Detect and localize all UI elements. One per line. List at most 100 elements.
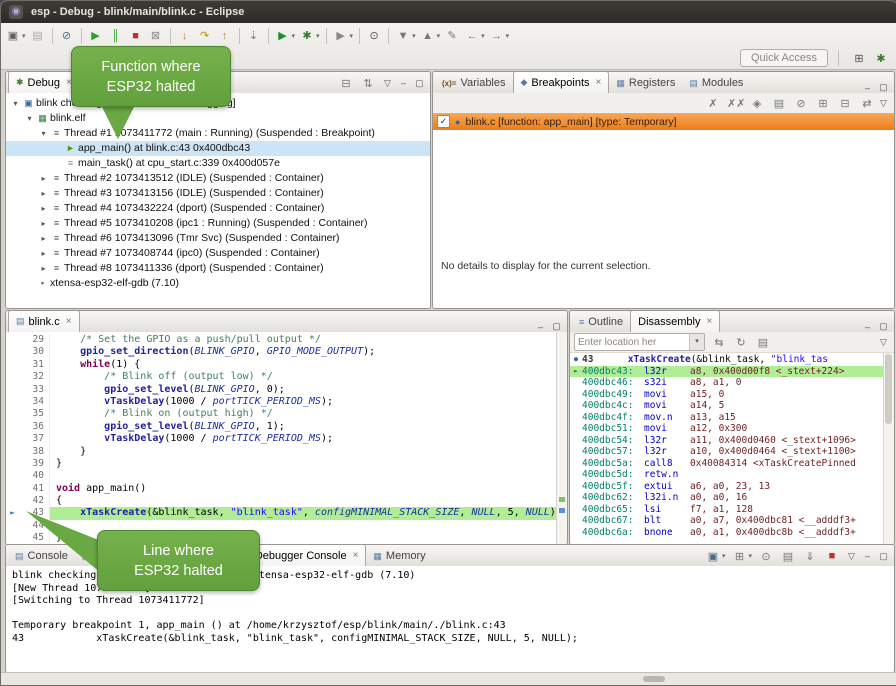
debug-tree-row[interactable]: ▪xtensa-esp32-elf-gdb (7.10) bbox=[6, 276, 430, 291]
debug-tree-row[interactable]: ▸≡Thread #8 1073411336 (dport) (Suspende… bbox=[6, 261, 430, 276]
skip-all-breakpoints-icon[interactable]: ⊘ bbox=[791, 93, 811, 113]
disassembly-line[interactable]: 400dbc49:movia15, 0 bbox=[570, 389, 884, 401]
remove-all-breakpoints-icon[interactable]: ✗✗ bbox=[725, 93, 745, 113]
run-icon[interactable]: ▶▾ bbox=[273, 26, 298, 46]
overview-mark-breakpoint[interactable] bbox=[559, 508, 565, 513]
disassembly-line[interactable]: 400dbc5f:extuia6, a0, 23, 13 bbox=[570, 481, 884, 493]
debug-tree-row[interactable]: ▸≡Thread #3 1073413156 (IDLE) (Suspended… bbox=[6, 186, 430, 201]
dropdown-arrow-icon[interactable]: ▾ bbox=[316, 32, 320, 40]
dropdown-arrow-icon[interactable]: ▾ bbox=[748, 552, 752, 560]
skip-all-breakpoints-icon[interactable]: ⊘ bbox=[57, 26, 77, 46]
tab-registers[interactable]: ▦ Registers bbox=[609, 73, 682, 93]
close-icon[interactable]: × bbox=[66, 316, 72, 327]
tab-modules[interactable]: ▤ Modules bbox=[682, 73, 750, 93]
dropdown-arrow-icon[interactable]: ▾ bbox=[292, 32, 296, 40]
resume-icon[interactable]: ▶ bbox=[86, 26, 106, 46]
maximize-icon[interactable]: ▢ bbox=[413, 78, 426, 89]
last-edit-location-icon[interactable]: ✎ bbox=[442, 26, 462, 46]
tree-expander-icon[interactable]: ▸ bbox=[38, 246, 49, 261]
show-source-icon[interactable]: ▤ bbox=[753, 332, 773, 352]
editor-line[interactable]: 30 gpio_set_direction(BLINK_GPIO, GPIO_M… bbox=[6, 346, 557, 358]
instruction-stepping-icon[interactable]: ⇣ bbox=[244, 26, 264, 46]
terminate-icon[interactable]: ■ bbox=[126, 26, 146, 46]
tree-expander-icon[interactable]: ▾ bbox=[38, 126, 49, 141]
disassembly-line[interactable]: 400dbc46:s32ia8, a1, 0 bbox=[570, 377, 884, 389]
minimize-icon[interactable]: – bbox=[861, 322, 874, 332]
terminate-console-icon[interactable]: ■ bbox=[822, 546, 842, 566]
disassembly-line[interactable]: 400dbc51:movia12, 0x300 bbox=[570, 423, 884, 435]
editor-line[interactable]: 31 while(1) { bbox=[6, 359, 557, 371]
editor-line[interactable]: 39} bbox=[6, 458, 557, 470]
location-input[interactable] bbox=[575, 337, 689, 348]
expand-all-icon[interactable]: ⊞ bbox=[813, 93, 833, 113]
disconnect-icon[interactable]: ⊠ bbox=[146, 26, 166, 46]
debug-tree-row[interactable]: ▸≡Thread #2 1073413512 (IDLE) (Suspended… bbox=[6, 171, 430, 186]
tree-expander-icon[interactable]: ▸ bbox=[38, 186, 49, 201]
disassembly-line[interactable]: 400dbc62:l32i.na0, a0, 16 bbox=[570, 492, 884, 504]
open-perspective-icon[interactable]: ⊞ bbox=[849, 48, 869, 68]
disassembly-line[interactable]: 400dbc65:lsif7, a1, 128 bbox=[570, 504, 884, 516]
tab-console[interactable]: ▤ Console bbox=[8, 546, 75, 566]
debug-tree-row[interactable]: ≡main_task() at cpu_start.c:339 0x400d05… bbox=[6, 156, 430, 171]
maximize-icon[interactable]: ▢ bbox=[550, 321, 563, 332]
maximize-icon[interactable]: ▢ bbox=[877, 82, 890, 93]
disassembly-line[interactable]: ●43 xTaskCreate(&blink_task, "blink_tas bbox=[570, 354, 884, 366]
tree-expander-icon[interactable]: ▸ bbox=[38, 231, 49, 246]
scroll-lock-icon[interactable]: ⇓ bbox=[800, 546, 820, 566]
debug-perspective-icon[interactable]: ✱ bbox=[871, 48, 891, 68]
scrollbar-thumb[interactable] bbox=[643, 676, 665, 682]
tab-disassembly[interactable]: Disassembly × bbox=[630, 310, 720, 332]
quick-access-button[interactable]: Quick Access bbox=[740, 49, 828, 67]
maximize-icon[interactable]: ▢ bbox=[877, 321, 890, 332]
open-console-icon[interactable]: ⊞▾ bbox=[729, 546, 754, 566]
remove-breakpoint-icon[interactable]: ✗ bbox=[703, 93, 723, 113]
new-wizard-icon[interactable]: ▣▾ bbox=[3, 26, 28, 46]
view-menu-icon[interactable]: ▽ bbox=[877, 337, 890, 348]
maximize-icon[interactable]: ▢ bbox=[877, 551, 890, 562]
disassembly-line[interactable]: 400dbc5d:retw.n bbox=[570, 469, 884, 481]
breakpoint-row[interactable]: ✓ ● blink.c [function: app_main] [type: … bbox=[433, 113, 894, 130]
debug-tree-row[interactable]: ▸≡Thread #5 1073410208 (ipc1 : Running) … bbox=[6, 216, 430, 231]
scrollbar-thumb[interactable] bbox=[885, 354, 892, 424]
editor-line[interactable]: 38 } bbox=[6, 446, 557, 458]
editor-line[interactable]: 35 /* Blink on (output high) */ bbox=[6, 408, 557, 420]
step-over-icon[interactable]: ↷ bbox=[195, 26, 215, 46]
tab-breakpoints[interactable]: ◆ Breakpoints × bbox=[513, 71, 610, 93]
tab-outline[interactable]: ≡ Outline bbox=[572, 312, 630, 332]
debug-tree-row[interactable]: ▸≡Thread #7 1073408744 (ipc0) (Suspended… bbox=[6, 246, 430, 261]
display-selected-console-icon[interactable]: ▣▾ bbox=[703, 546, 728, 566]
pin-console-icon[interactable]: ⊙ bbox=[756, 546, 776, 566]
debug-view-layout-icon[interactable]: ⇅ bbox=[358, 73, 378, 93]
disassembly-line[interactable]: 400dbc5a:call80x40084314 <xTaskCreatePin… bbox=[570, 458, 884, 470]
disassembly-line[interactable]: 400dbc67:blta0, a7, 0x400dbc81 <__adddf3… bbox=[570, 515, 884, 527]
debug-tree-row[interactable]: ▸≡Thread #6 1073413096 (Tmr Svc) (Suspen… bbox=[6, 231, 430, 246]
forward-icon[interactable]: →▾ bbox=[487, 26, 512, 46]
overview-mark-current-line[interactable] bbox=[559, 497, 565, 502]
step-into-icon[interactable]: ↓ bbox=[175, 26, 195, 46]
disassembly-line[interactable]: 400dbc57:l32ra10, 0x400d0464 <_stext+110… bbox=[570, 446, 884, 458]
dropdown-arrow-icon[interactable]: ▾ bbox=[412, 32, 416, 40]
dropdown-arrow-icon[interactable]: ▾ bbox=[437, 32, 441, 40]
disassembly-line[interactable]: ►400dbc43:l32ra8, 0x400d00f8 <_stext+224… bbox=[570, 366, 884, 378]
overview-ruler[interactable] bbox=[556, 332, 567, 544]
combo-dropdown-icon[interactable]: ▾ bbox=[689, 334, 704, 350]
tree-expander-icon[interactable]: ▸ bbox=[38, 171, 49, 186]
editor-line[interactable]: 45} bbox=[6, 532, 557, 544]
editor-line[interactable]: ►43 xTaskCreate(&blink_task, "blink_task… bbox=[6, 507, 557, 519]
minimize-icon[interactable]: – bbox=[534, 322, 547, 332]
external-tools-icon[interactable]: ▶▾ bbox=[331, 26, 356, 46]
step-return-icon[interactable]: ↑ bbox=[215, 26, 235, 46]
editor-line[interactable]: 40 bbox=[6, 470, 557, 482]
editor-line[interactable]: 41void app_main() bbox=[6, 483, 557, 495]
editor-line[interactable]: 32 /* Blink off (output low) */ bbox=[6, 371, 557, 383]
close-icon[interactable]: × bbox=[706, 316, 712, 327]
collapse-all-icon[interactable]: ⊟ bbox=[835, 93, 855, 113]
sync-active-context-icon[interactable]: ⇆ bbox=[709, 332, 729, 352]
view-menu-icon[interactable]: ▽ bbox=[845, 551, 858, 562]
view-menu-icon[interactable]: ▽ bbox=[381, 78, 394, 89]
tree-expander-icon[interactable]: ▸ bbox=[38, 201, 49, 216]
tab-debug[interactable]: ✱ Debug × bbox=[8, 71, 80, 93]
editor-line[interactable]: 34 vTaskDelay(1000 / portTICK_PERIOD_MS)… bbox=[6, 396, 557, 408]
minimize-icon[interactable]: – bbox=[861, 83, 874, 93]
previous-annotation-icon[interactable]: ▲▾ bbox=[418, 26, 443, 46]
